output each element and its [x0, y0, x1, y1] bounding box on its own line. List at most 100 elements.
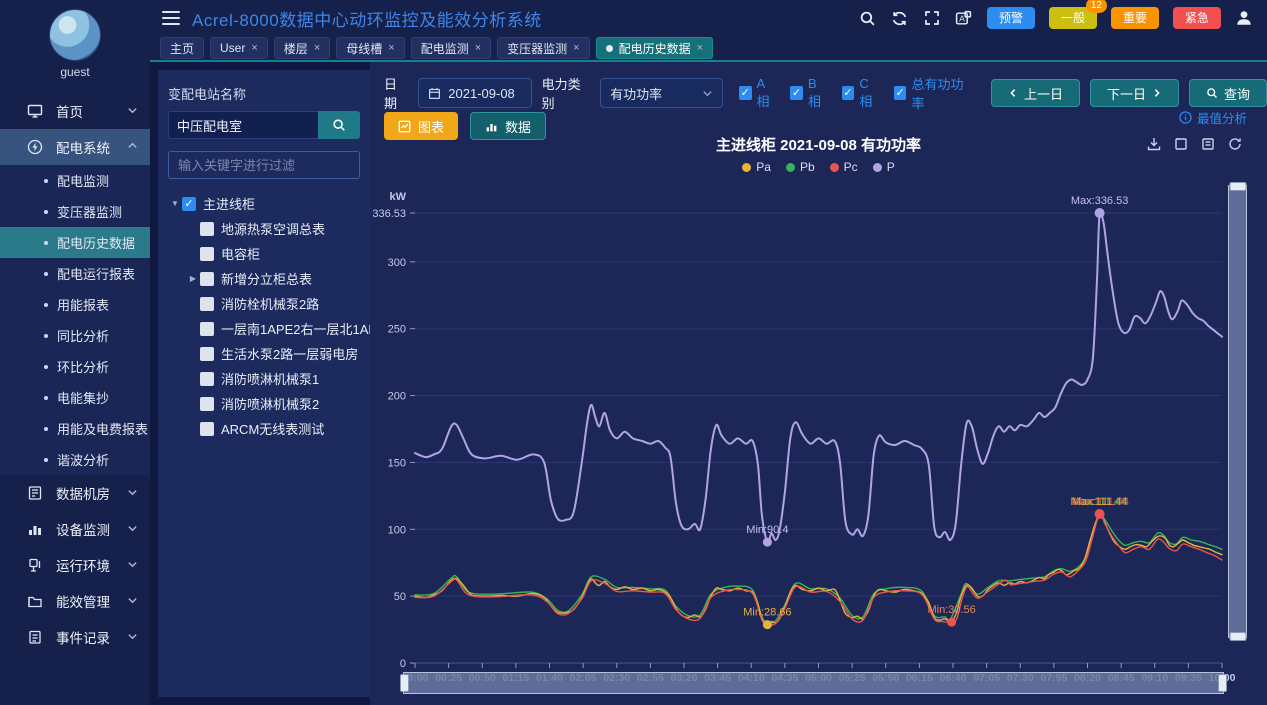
sidebar-item-设备监测[interactable]: 设备监测 — [0, 511, 150, 547]
station-search-button[interactable] — [318, 111, 360, 139]
sidebar-item-事件记录[interactable]: 事件记录 — [0, 619, 150, 655]
legend-swatch — [873, 163, 882, 172]
tree-collapse-icon[interactable]: ▶ — [186, 274, 200, 283]
alert-button-3[interactable]: 重要 — [1111, 7, 1159, 29]
sidebar-item-运行环境[interactable]: 运行环境 — [0, 547, 150, 583]
vertical-datazoom-slider[interactable] — [1228, 185, 1247, 638]
legend-item-Pb[interactable]: Pb — [786, 160, 815, 174]
sidebar-item-数据机房[interactable]: 数据机房 — [0, 475, 150, 511]
datazoom-handle[interactable] — [400, 674, 409, 692]
download-icon[interactable] — [1146, 136, 1162, 152]
tab-close-icon[interactable]: × — [697, 42, 703, 54]
tree-node-消防栓机械泵2路[interactable]: 消防栓机械泵2路 — [168, 291, 360, 316]
refresh-icon[interactable] — [891, 9, 909, 27]
checkbox-C相[interactable]: ✓C相 — [842, 76, 880, 110]
tree-children: 地源热泵空调总表电容柜▶新增分立柜总表消防栓机械泵2路一层南1APE2右一层北1… — [168, 216, 360, 441]
checkbox-unchecked-icon[interactable] — [200, 422, 214, 436]
tree-filter-input[interactable] — [168, 151, 360, 179]
search-icon[interactable] — [859, 9, 877, 27]
date-picker[interactable]: 2021-09-08 — [418, 78, 531, 108]
avatar[interactable] — [49, 9, 101, 61]
query-button[interactable]: 查询 — [1189, 79, 1267, 107]
sidebar-subitem-用能报表[interactable]: 用能报表 — [0, 289, 150, 320]
sidebar-subitem-变压器监测[interactable]: 变压器监测 — [0, 196, 150, 227]
alert-button-2[interactable]: 一般12 — [1049, 7, 1097, 29]
sidebar: guest 首页配电系统配电监测变压器监测配电历史数据配电运行报表用能报表同比分… — [0, 0, 150, 705]
checkbox-unchecked-icon[interactable] — [200, 397, 214, 411]
tab-7[interactable]: 配电历史数据× — [596, 37, 713, 59]
prev-day-button[interactable]: 上一日 — [991, 79, 1080, 107]
legend-item-Pc[interactable]: Pc — [830, 160, 858, 174]
translate-icon[interactable]: A — [955, 9, 973, 27]
power-type-select[interactable]: 有功功率 — [600, 78, 723, 108]
tree-expand-icon[interactable]: ▼ — [168, 199, 182, 208]
sidebar-subitem-电能集抄[interactable]: 电能集抄 — [0, 382, 150, 413]
next-day-button[interactable]: 下一日 — [1090, 79, 1179, 107]
tree-node-消防喷淋机械泵2[interactable]: 消防喷淋机械泵2 — [168, 391, 360, 416]
sidebar-item-首页[interactable]: 首页 — [0, 93, 150, 129]
info-icon — [1179, 111, 1192, 124]
datazoom-handle[interactable] — [1218, 674, 1227, 692]
tab-6[interactable]: 变压器监测 × — [497, 37, 589, 59]
sidebar-subitem-配电监测[interactable]: 配电监测 — [0, 165, 150, 196]
tab-close-icon[interactable]: × — [475, 42, 481, 54]
checkbox-unchecked-icon[interactable] — [200, 372, 214, 386]
tab-3[interactable]: 楼层× — [274, 37, 330, 59]
tree-node-ARCM无线表测试[interactable]: ARCM无线表测试 — [168, 416, 360, 441]
checkbox-checked-icon[interactable]: ✓ — [182, 197, 196, 211]
tree-node-消防喷淋机械泵1[interactable]: 消防喷淋机械泵1 — [168, 366, 360, 391]
tab-4[interactable]: 母线槽× — [336, 37, 404, 59]
sidebar-subitem-用能及电费报表[interactable]: 用能及电费报表 — [0, 413, 150, 444]
tree-node-一层南1APE2右一层北1APE1左[interactable]: 一层南1APE2右一层北1APE1左 — [168, 316, 360, 341]
hamburger-icon[interactable] — [162, 11, 180, 25]
horizontal-datazoom-slider[interactable] — [403, 672, 1224, 694]
energy-icon — [26, 593, 43, 610]
chevron-down-icon — [127, 104, 138, 119]
sidebar-item-配电系统[interactable]: 配电系统 — [0, 129, 150, 165]
checkbox-unchecked-icon[interactable] — [200, 272, 214, 286]
legend-item-P[interactable]: P — [873, 160, 895, 174]
refresh-icon[interactable] — [1227, 136, 1243, 152]
datazoom-handle[interactable] — [1229, 632, 1246, 641]
tree-node-label: 消防栓机械泵2路 — [221, 294, 319, 313]
sidebar-item-能效管理[interactable]: 能效管理 — [0, 583, 150, 619]
fullscreen-icon[interactable] — [923, 9, 941, 27]
tab-close-icon[interactable]: × — [251, 42, 257, 54]
tab-close-icon[interactable]: × — [314, 42, 320, 54]
sidebar-subitem-配电运行报表[interactable]: 配电运行报表 — [0, 258, 150, 289]
user-icon[interactable] — [1235, 9, 1253, 27]
alert-button-4[interactable]: 紧急 — [1173, 7, 1221, 29]
tree-node-生活水泵2路一层弱电房[interactable]: 生活水泵2路一层弱电房 — [168, 341, 360, 366]
checkbox-unchecked-icon[interactable] — [200, 347, 214, 361]
checkbox-unchecked-icon[interactable] — [200, 322, 214, 336]
sidebar-subitem-同比分析[interactable]: 同比分析 — [0, 320, 150, 351]
legend-swatch — [786, 163, 795, 172]
query-toolbar: 日期 2021-09-08 电力类别 有功功率 ✓A相✓B相✓C相✓总有功功率 … — [384, 74, 1267, 112]
data-view-icon[interactable] — [1200, 136, 1216, 152]
sidebar-subitem-环比分析[interactable]: 环比分析 — [0, 351, 150, 382]
sidebar-subitem-谐波分析[interactable]: 谐波分析 — [0, 444, 150, 475]
tab-close-icon[interactable]: × — [573, 42, 579, 54]
restore-icon[interactable] — [1173, 136, 1189, 152]
tab-2[interactable]: User× — [210, 37, 268, 59]
tree-node-电容柜[interactable]: 电容柜 — [168, 241, 360, 266]
tab-1[interactable]: 主页 — [160, 37, 204, 59]
tab-close-icon[interactable]: × — [388, 42, 394, 54]
tree-node-root[interactable]: ▼✓主进线柜 — [168, 191, 360, 216]
sidebar-subitem-配电历史数据[interactable]: 配电历史数据 — [0, 227, 150, 258]
tree-node-新增分立柜总表[interactable]: ▶新增分立柜总表 — [168, 266, 360, 291]
checkbox-unchecked-icon[interactable] — [200, 247, 214, 261]
checkbox-unchecked-icon[interactable] — [200, 297, 214, 311]
checkbox-B相[interactable]: ✓B相 — [790, 76, 827, 110]
legend-item-Pa[interactable]: Pa — [742, 160, 771, 174]
tree-node-地源热泵空调总表[interactable]: 地源热泵空调总表 — [168, 216, 360, 241]
station-input[interactable] — [168, 111, 318, 139]
datazoom-handle[interactable] — [1229, 182, 1246, 191]
tab-5[interactable]: 配电监测× — [411, 37, 491, 59]
alert-button-1[interactable]: 预警 — [987, 7, 1035, 29]
checkbox-总有功功率[interactable]: ✓总有功功率 — [894, 74, 971, 112]
checkbox-unchecked-icon[interactable] — [200, 222, 214, 236]
tab-label: 变压器监测 — [507, 40, 567, 57]
max-analysis-link[interactable]: 最值分析 — [1179, 108, 1247, 127]
checkbox-A相[interactable]: ✓A相 — [739, 76, 776, 110]
